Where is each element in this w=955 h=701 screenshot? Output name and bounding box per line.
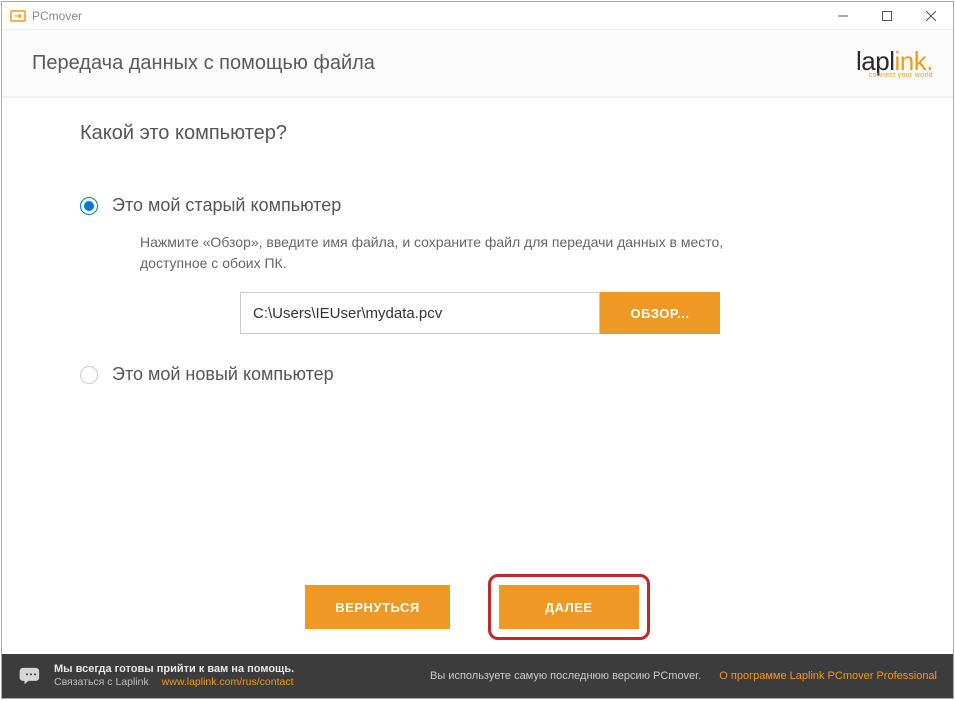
footer-help-sub: Связаться с Laplink www.laplink.com/rus/…	[54, 676, 294, 689]
about-link[interactable]: О программе Laplink PCmover Professional	[719, 670, 937, 682]
version-text: Вы используете самую последнюю версию PC…	[430, 670, 701, 682]
back-button[interactable]: ВЕРНУТЬСЯ	[305, 585, 449, 629]
next-button-highlight: ДАЛЕЕ	[488, 574, 650, 640]
contact-link[interactable]: www.laplink.com/rus/contact	[162, 676, 294, 688]
page-title: Передача данных с помощью файла	[32, 52, 375, 75]
radio-old-label: Это мой старый компьютер	[112, 195, 341, 216]
maximize-button[interactable]	[865, 2, 909, 30]
footer: Мы всегда готовы прийти к вам на помощь.…	[2, 654, 953, 698]
file-path-input[interactable]	[240, 292, 600, 334]
app-icon	[10, 8, 26, 24]
next-button[interactable]: ДАЛЕЕ	[499, 585, 639, 629]
chat-icon	[18, 663, 44, 689]
radio-new[interactable]	[80, 366, 98, 384]
file-path-row: ОБЗОР...	[240, 292, 893, 334]
browse-button[interactable]: ОБЗОР...	[600, 292, 720, 334]
laplink-logo: laplink. connect your world	[856, 48, 933, 79]
footer-help-bold: Мы всегда готовы прийти к вам на помощь.	[54, 663, 294, 677]
titlebar-title: PCmover	[32, 9, 821, 23]
header: Передача данных с помощью файла laplink.…	[2, 30, 953, 98]
option-old-computer[interactable]: Это мой старый компьютер	[80, 195, 893, 216]
radio-old[interactable]	[80, 197, 98, 215]
option-old-description: Нажмите «Обзор», введите имя файла, и со…	[140, 232, 760, 274]
option-new-computer[interactable]: Это мой новый компьютер	[80, 364, 893, 385]
app-window: PCmover Передача данных с помощью файла …	[1, 1, 954, 699]
footer-right: Вы используете самую последнюю версию PC…	[430, 670, 937, 682]
close-button[interactable]	[909, 2, 953, 30]
footer-left: Мы всегда готовы прийти к вам на помощь.…	[18, 663, 294, 690]
minimize-button[interactable]	[821, 2, 865, 30]
window-controls	[821, 2, 953, 30]
radio-group: Это мой старый компьютер Нажмите «Обзор»…	[80, 195, 893, 385]
radio-new-label: Это мой новый компьютер	[112, 364, 334, 385]
content-area: Какой это компьютер? Это мой старый комп…	[2, 98, 953, 654]
titlebar: PCmover	[2, 2, 953, 30]
question-heading: Какой это компьютер?	[80, 122, 893, 145]
nav-buttons: ВЕРНУТЬСЯ ДАЛЕЕ	[2, 574, 953, 640]
